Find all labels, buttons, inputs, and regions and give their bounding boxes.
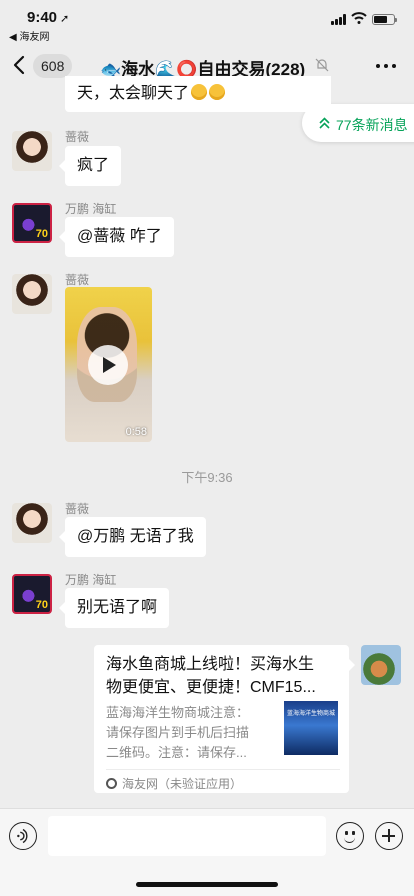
message-bubble[interactable]: 天，太会聊天了 (65, 76, 331, 112)
link-card-title-line: 海水鱼商城上线啦！买海水生 (106, 656, 315, 673)
unread-count-badge[interactable]: 608 (33, 54, 73, 78)
wifi-icon (351, 12, 367, 24)
avatar[interactable] (12, 131, 52, 171)
emoji-icon[interactable] (336, 822, 364, 850)
time-text: 9:40 (27, 9, 58, 26)
sender-name: 蔷薇 (65, 502, 90, 516)
back-chevron-icon[interactable] (12, 55, 26, 75)
status-bar: 9:40 ➚ ◀ 海友网 (0, 0, 414, 44)
avatar[interactable]: 70 (12, 203, 52, 243)
message-input[interactable] (48, 816, 326, 856)
source-label: 海友网（未验证应用） (122, 777, 243, 791)
shocked-emoji-icon (209, 84, 226, 100)
thumbnail-caption: 蓝海海洋生物商城 (287, 711, 335, 717)
double-chevron-up-icon (319, 117, 330, 129)
my-avatar[interactable] (361, 645, 401, 685)
new-messages-label: 77条新消息 (336, 117, 408, 133)
mute-bell-icon (315, 58, 329, 72)
sender-name: 万鹏 海缸 (65, 573, 117, 587)
link-card-description: 蓝海海洋生物商城注意： 请保存图片到手机后扫描 二维码。注意：请保存... (106, 703, 274, 763)
divider (106, 769, 340, 770)
play-icon[interactable] (88, 345, 128, 385)
home-indicator (136, 882, 278, 887)
status-time: 9:40 ➚ (27, 9, 69, 26)
message-bubble[interactable]: 别无语了啊 (58, 588, 170, 628)
link-card-thumbnail: 蓝海海洋生物商城 (284, 701, 338, 755)
video-duration: 0:58 (125, 426, 147, 438)
plus-icon[interactable] (375, 822, 403, 850)
more-options-icon[interactable] (376, 64, 396, 69)
link-card-source: 海友网（未验证应用） (106, 775, 242, 792)
shocked-emoji-icon (191, 84, 208, 100)
avatar[interactable]: 70 (12, 574, 52, 614)
avatar-badge: 70 (35, 599, 48, 611)
sender-name: 万鹏 海缸 (65, 202, 117, 216)
battery-icon (372, 14, 397, 25)
avatar[interactable] (12, 274, 52, 314)
link-card-title-line: 物更便宜、更便捷！CMF15... (106, 679, 316, 696)
sender-name: 蔷薇 (65, 273, 90, 287)
avatar-badge: 70 (35, 228, 48, 240)
message-bubble[interactable]: @万鹏 无语了我 (59, 517, 206, 557)
message-bubble[interactable]: @蔷薇 咋了 (59, 217, 174, 257)
link-card-desc-line: 二维码。注意：请保存... (106, 745, 247, 760)
message-timestamp: 下午9:36 (181, 470, 233, 485)
cellular-signal-icon (331, 14, 348, 25)
voice-input-icon[interactable] (9, 822, 37, 850)
message-text: 天，太会聊天了 (77, 85, 190, 102)
message-bubble[interactable]: 疯了 (58, 146, 122, 186)
link-card-title: 海水鱼商城上线啦！买海水生 物更便宜、更便捷！CMF15... (106, 653, 342, 699)
message-text: @万鹏 无语了我 (77, 528, 194, 545)
back-to-app-link[interactable]: ◀ 海友网 (9, 28, 49, 43)
location-arrow-icon: ➚ (60, 13, 70, 25)
message-text: @蔷薇 咋了 (77, 228, 162, 245)
message-text: 疯了 (77, 157, 110, 174)
link-card[interactable]: 海水鱼商城上线啦！买海水生 物更便宜、更便捷！CMF15... 蓝海海洋生物商城… (94, 645, 355, 793)
app-source-icon (106, 778, 117, 789)
link-card-desc-line: 请保存图片到手机后扫描 (106, 725, 250, 740)
video-message[interactable]: 0:58 (65, 287, 152, 442)
avatar[interactable] (12, 503, 52, 543)
link-card-desc-line: 蓝海海洋生物商城注意： (106, 705, 250, 720)
sender-name: 蔷薇 (65, 130, 90, 144)
message-text: 别无语了啊 (77, 599, 158, 616)
